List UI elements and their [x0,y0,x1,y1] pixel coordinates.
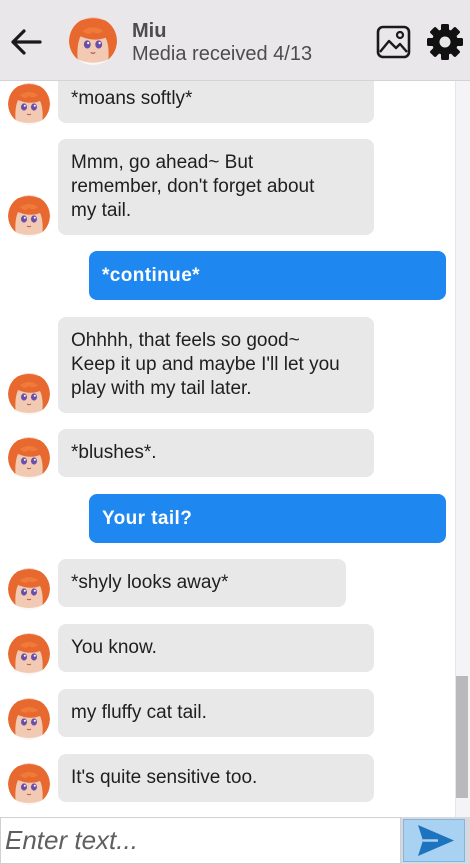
bot-message: Mmm, go ahead~ But remember, don't forge… [58,139,374,235]
message-line: play with my tail later. [71,378,252,399]
message-text: my fluffy cat tail. [71,702,207,723]
bot-avatar [8,195,50,237]
bot-message: You know. [58,624,374,672]
chat-header: Miu Media received 4/13 [0,0,470,81]
contact-avatar [69,17,117,65]
bot-avatar [8,763,50,805]
bot-avatar [8,633,50,675]
bot-avatar [8,373,50,415]
user-message: *continue* [89,251,446,300]
message-text: *moans softly* [71,88,193,109]
user-message: Your tail? [89,494,446,543]
settings-button[interactable] [426,23,464,61]
bot-message: *shyly looks away* [58,559,346,607]
bot-avatar [8,698,50,740]
message-text: Your tail? [102,508,193,529]
gear-icon [427,24,463,60]
send-icon [418,825,454,856]
bot-avatar [8,437,50,479]
message-list[interactable]: *moans softly* Mmm, go ahead~ But rememb… [0,81,455,817]
bot-avatar [8,83,50,125]
send-button[interactable] [401,817,470,864]
bot-message: It's quite sensitive too. [58,754,374,802]
message-line: remember, don't forget about [71,176,315,197]
image-gallery-icon [376,25,411,59]
back-button[interactable] [8,26,44,58]
message-text: *continue* [102,265,200,286]
media-status: Media received 4/13 [132,43,313,65]
contact-name: Miu [132,20,167,42]
message-line: Keep it up and maybe I'll let you [71,354,340,375]
message-text: *blushes*. [71,442,157,463]
message-text: You know. [71,637,157,658]
bot-avatar [8,568,50,610]
bot-message: *blushes*. [58,429,374,477]
bot-message: Ohhhh, that feels so good~ Keep it up an… [58,317,374,413]
arrow-left-icon [11,29,42,55]
send-button-face [403,819,465,862]
message-input[interactable] [0,817,401,864]
message-text: *shyly looks away* [71,572,229,593]
bot-message: my fluffy cat tail. [58,689,374,737]
gallery-button[interactable] [376,25,411,59]
bot-message: *moans softly* [58,81,374,123]
message-line: Ohhhh, that feels so good~ [71,330,300,351]
scrollbar-thumb[interactable] [456,676,468,798]
message-line: Mmm, go ahead~ But [71,152,254,173]
message-text: It's quite sensitive too. [71,767,258,788]
message-line: my tail. [71,200,132,221]
